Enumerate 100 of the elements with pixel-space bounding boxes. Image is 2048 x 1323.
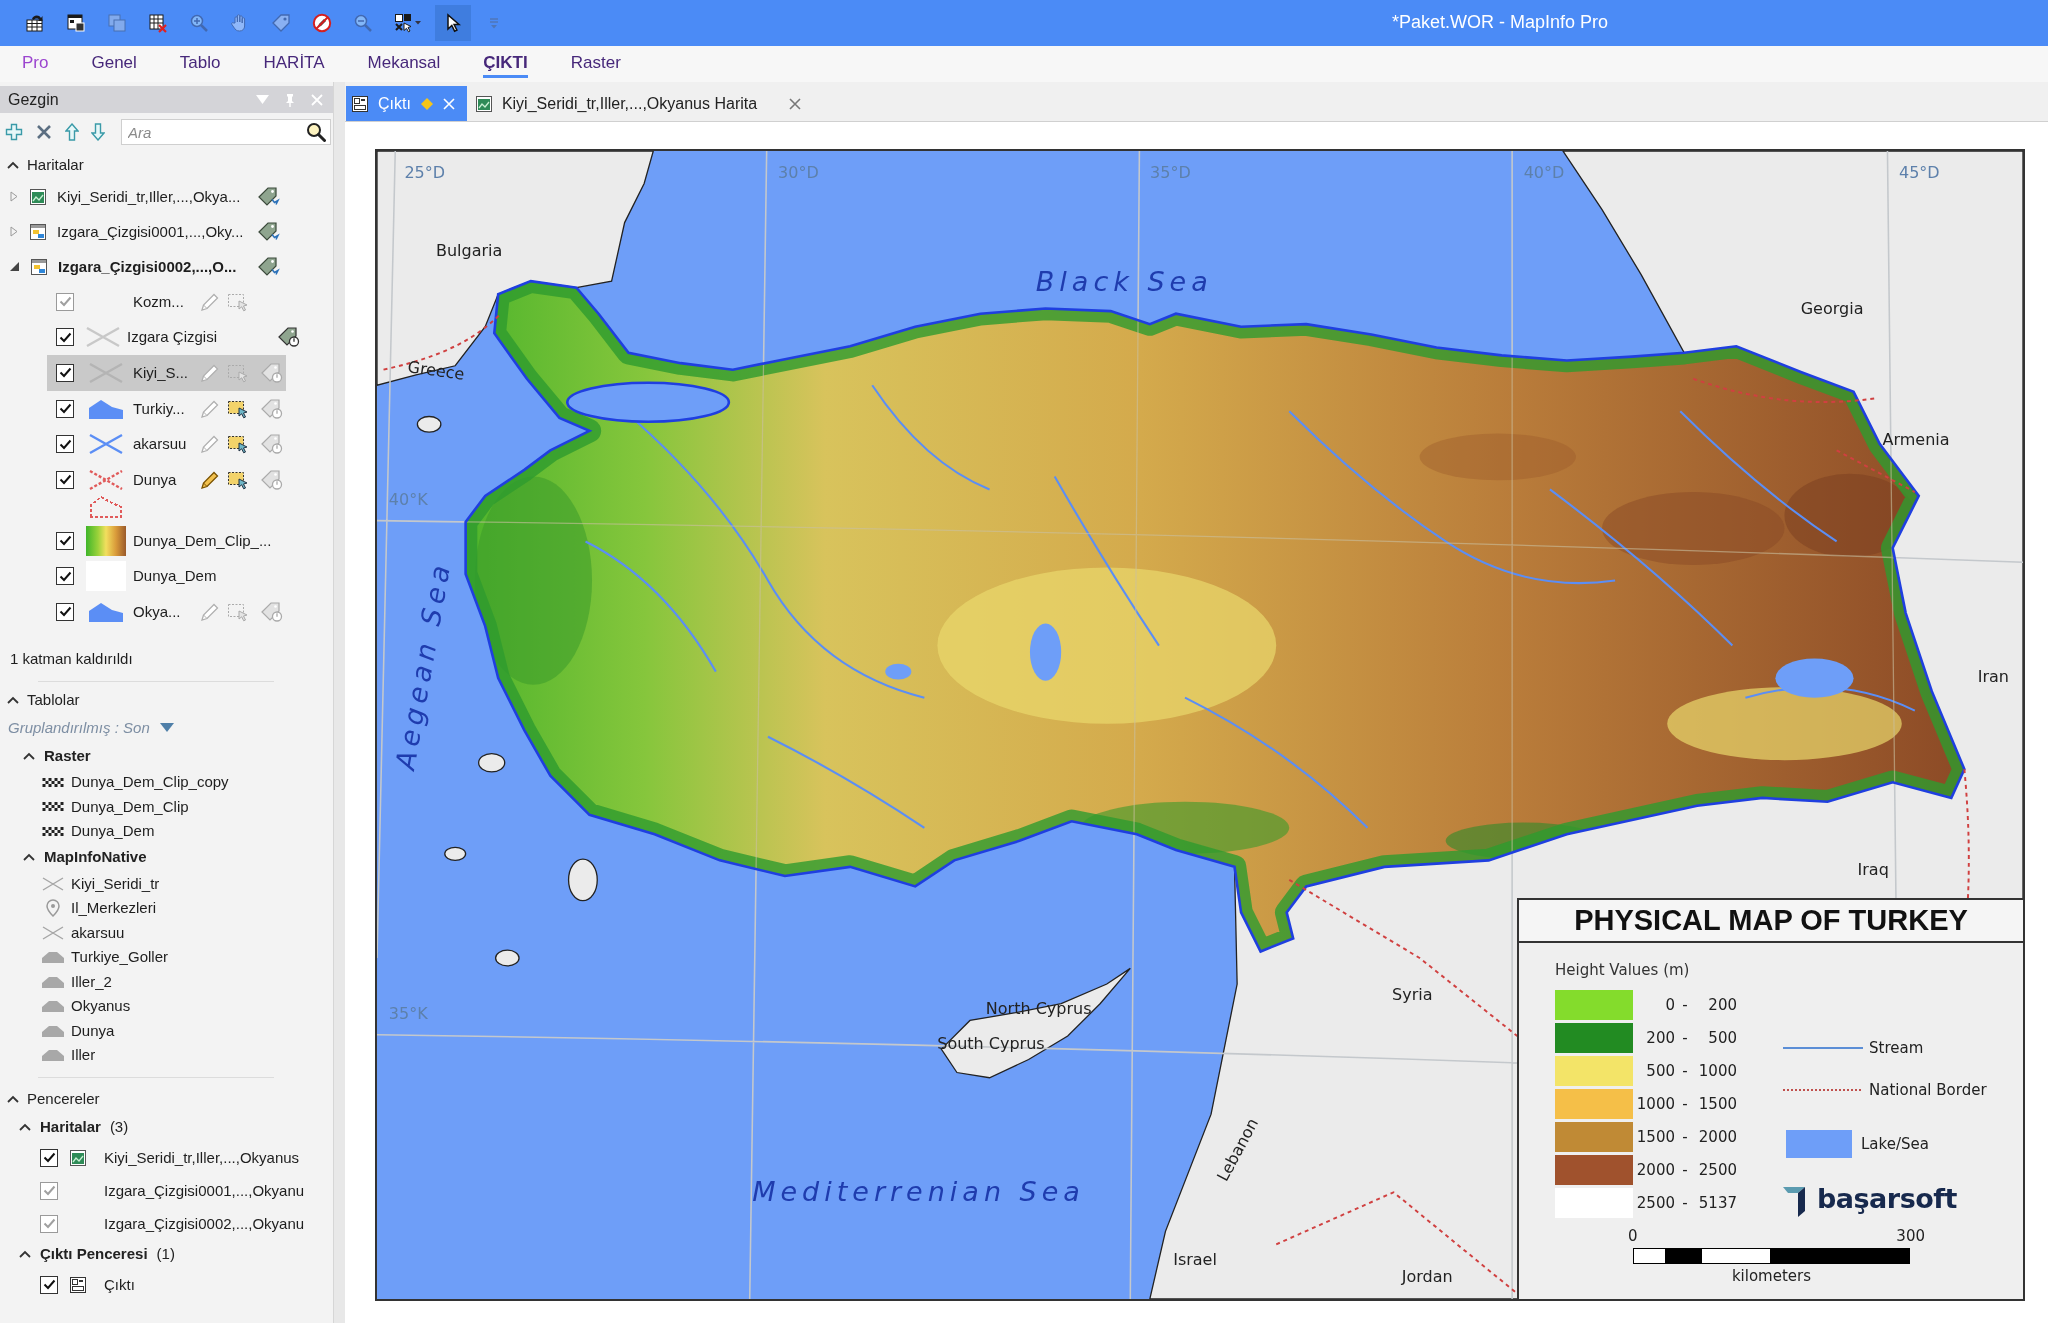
map-icon bbox=[475, 95, 492, 112]
table-name[interactable]: Dunya_Dem bbox=[71, 822, 155, 840]
checkbox[interactable] bbox=[56, 435, 74, 454]
table-name[interactable]: Dunya bbox=[71, 1021, 115, 1040]
grid-label: 40°D bbox=[1523, 164, 1565, 181]
layer-name[interactable]: Dunya bbox=[133, 470, 177, 489]
legend-value: 2000 bbox=[1635, 1160, 1675, 1179]
checkbox[interactable] bbox=[56, 470, 74, 489]
tools-icon[interactable] bbox=[394, 13, 422, 33]
table-name[interactable]: Turkiye_Goller bbox=[71, 948, 168, 966]
legend-value: - bbox=[1681, 1028, 1689, 1047]
tag-icon[interactable] bbox=[278, 327, 301, 348]
prohibited-icon[interactable] bbox=[312, 13, 332, 33]
legend-value: - bbox=[1681, 1061, 1689, 1080]
legend-label: Stream bbox=[1869, 1039, 1924, 1057]
table-name[interactable]: Il_Merkezleri bbox=[71, 899, 157, 917]
checkbox[interactable] bbox=[40, 1148, 58, 1167]
legend-value: 2000 bbox=[1697, 1127, 1737, 1146]
layer-name[interactable]: Izgara Çizgisi bbox=[127, 328, 218, 347]
pencil-icon[interactable] bbox=[200, 469, 220, 490]
close-icon[interactable] bbox=[789, 97, 802, 110]
chevron-up-icon[interactable] bbox=[23, 751, 35, 760]
ribbon-tab[interactable]: HARİTA bbox=[263, 46, 325, 78]
layer-name[interactable]: Turkiy... bbox=[133, 399, 185, 418]
checkbox[interactable] bbox=[56, 399, 74, 418]
checkbox[interactable] bbox=[40, 1275, 58, 1294]
checkbox[interactable] bbox=[56, 567, 74, 586]
table-icon[interactable] bbox=[25, 13, 45, 33]
layer-name[interactable]: Okya... bbox=[133, 602, 181, 621]
country-label: Iraq bbox=[1857, 861, 1889, 878]
ribbon-tab[interactable]: Raster bbox=[570, 46, 621, 78]
ribbon-tab[interactable]: Tablo bbox=[179, 46, 221, 78]
chevron-up-icon[interactable] bbox=[7, 161, 19, 169]
ribbon-tab[interactable]: Genel bbox=[91, 46, 137, 78]
legend-value: - bbox=[1681, 1094, 1689, 1113]
polygon-icon bbox=[42, 1024, 64, 1037]
legend-value: 1000 bbox=[1697, 1061, 1737, 1080]
table-name[interactable]: Okyanus bbox=[71, 997, 131, 1015]
checkbox[interactable] bbox=[56, 602, 74, 621]
chevron-up-icon[interactable] bbox=[19, 1250, 31, 1259]
selection-icon[interactable] bbox=[227, 398, 249, 419]
layer-name[interactable]: Dunya_Dem bbox=[133, 567, 217, 586]
scale-label: 300 bbox=[1896, 1227, 1925, 1245]
selection-icon[interactable] bbox=[227, 469, 249, 490]
country-label: Armenia bbox=[1882, 432, 1950, 449]
chevron-up-icon[interactable] bbox=[19, 1123, 31, 1132]
grid-label: 35°D bbox=[1150, 164, 1191, 181]
table-name[interactable]: akarsuu bbox=[71, 923, 125, 942]
chevron-up-icon[interactable] bbox=[7, 695, 19, 704]
cross-icon[interactable] bbox=[35, 123, 53, 141]
map-name[interactable]: Izgara_Çizgisi0001,...,Oky... bbox=[57, 222, 244, 241]
section-toggle[interactable]: Çıktı Penceresi (1) bbox=[0, 1240, 333, 1269]
down-arrow-icon[interactable] bbox=[91, 123, 105, 141]
map-icon bbox=[70, 1149, 86, 1166]
table-name[interactable]: Dunya_Dem_Clip bbox=[71, 797, 189, 816]
document-tab[interactable]: Kiyi_Seridi_tr,Iller,...,Okyanus Harita bbox=[469, 86, 814, 121]
window-icon bbox=[31, 258, 47, 275]
section-toggle[interactable]: MapInfoNative bbox=[0, 843, 333, 872]
window-name[interactable]: Çıktı bbox=[104, 1275, 135, 1294]
pointer-icon[interactable] bbox=[435, 5, 471, 41]
section-toggle[interactable]: Haritalar (3) bbox=[0, 1113, 333, 1142]
layer-name[interactable]: akarsuu bbox=[133, 435, 187, 454]
layer-name[interactable]: Kiyi_S... bbox=[133, 364, 189, 382]
selected-row[interactable]: Kiyi_S... bbox=[47, 355, 286, 391]
section-toggle[interactable]: Tablolar bbox=[0, 685, 333, 714]
tag-icon[interactable] bbox=[258, 221, 280, 242]
map-name[interactable]: Kiyi_Seridi_tr,Iller,...,Okya... bbox=[57, 187, 241, 206]
table-name[interactable]: Kiyi_Seridi_tr bbox=[71, 874, 160, 893]
window-name[interactable]: Kiyi_Seridi_tr,Iller,...,Okyanus bbox=[104, 1148, 300, 1167]
plus-icon[interactable] bbox=[5, 123, 23, 141]
section-toggle[interactable]: Raster bbox=[0, 741, 333, 770]
up-arrow-icon[interactable] bbox=[65, 123, 79, 141]
tag-icon[interactable] bbox=[258, 256, 280, 277]
map-name[interactable]: Izgara_Çizgisi0002,...,O... bbox=[58, 257, 237, 276]
layer-name[interactable]: Dunya_Dem_Clip_... bbox=[133, 531, 272, 550]
table-name[interactable]: Dunya_Dem_Clip_copy bbox=[71, 773, 229, 791]
chevron-up-icon[interactable] bbox=[7, 1095, 19, 1104]
ribbon-tab[interactable]: Mekansal bbox=[367, 46, 441, 78]
caret-icon[interactable] bbox=[159, 723, 174, 733]
chevron-up-icon[interactable] bbox=[23, 853, 35, 862]
checkbox[interactable] bbox=[56, 328, 74, 347]
ribbon-tab[interactable]: Pro bbox=[22, 46, 49, 78]
panel-title: Gezgin bbox=[8, 89, 59, 110]
checkbox[interactable] bbox=[56, 364, 74, 382]
window-icon[interactable] bbox=[66, 13, 86, 33]
legend-value: 2500 bbox=[1697, 1160, 1737, 1179]
section-toggle[interactable]: Haritalar bbox=[0, 151, 333, 179]
tag-icon[interactable] bbox=[258, 186, 280, 207]
search-icon[interactable] bbox=[306, 122, 326, 142]
table-delete-icon[interactable] bbox=[148, 13, 168, 33]
table-name[interactable]: Iller_2 bbox=[71, 972, 112, 991]
ribbon-tab[interactable]: ÇIKTI bbox=[483, 46, 528, 78]
expanded-arrow-icon[interactable] bbox=[10, 262, 19, 271]
selection-icon[interactable] bbox=[227, 434, 249, 455]
table-name[interactable]: Iller bbox=[71, 1046, 96, 1064]
search-field[interactable]: Ara bbox=[121, 119, 331, 145]
section-toggle[interactable]: Pencereler bbox=[0, 1085, 333, 1114]
checkbox[interactable] bbox=[56, 531, 74, 550]
color-ramp-icon bbox=[86, 525, 126, 556]
country-label: Jordan bbox=[1401, 1269, 1453, 1286]
